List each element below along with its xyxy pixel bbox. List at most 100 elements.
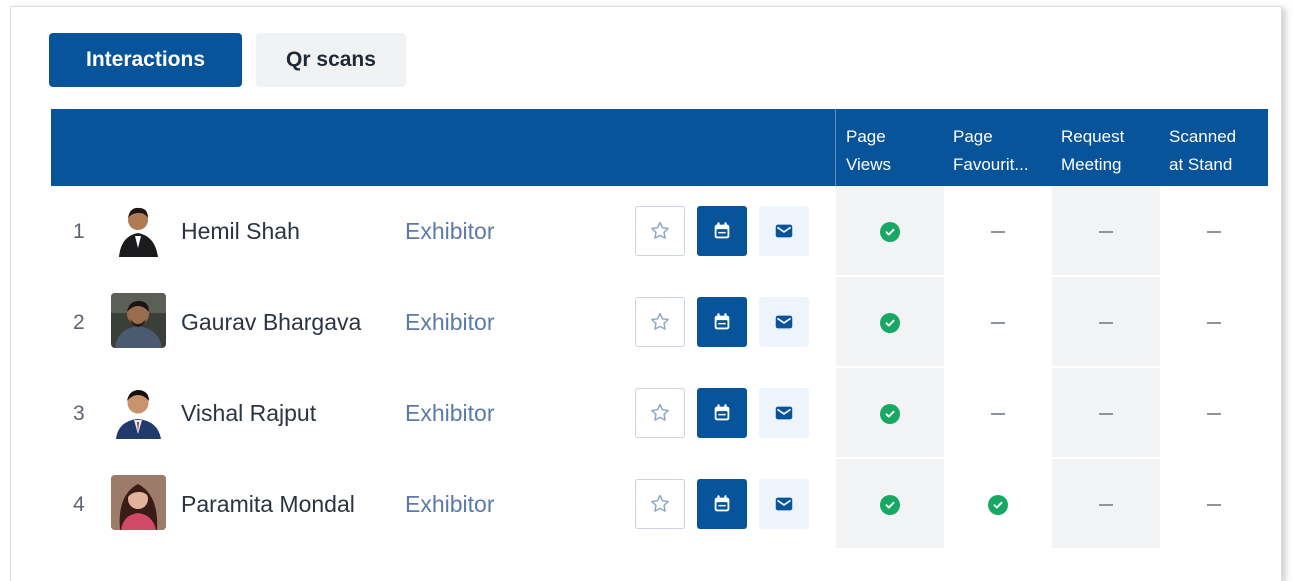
send-message-button[interactable]: [759, 297, 809, 347]
check-circle-icon: [988, 494, 1008, 515]
calendar-icon: [714, 404, 730, 421]
row-index: 3: [73, 401, 85, 425]
star-icon: [651, 403, 669, 421]
calendar-icon: [714, 222, 730, 239]
header-divider: [835, 109, 836, 186]
favourite-button[interactable]: [635, 388, 685, 438]
dash-icon: [1099, 321, 1113, 324]
check-circle-icon: [880, 312, 900, 333]
avatar-image: [111, 293, 166, 348]
person-name[interactable]: Gaurav Bhargava: [181, 277, 361, 368]
tab-bar: Interactions Qr scans: [49, 33, 406, 87]
avatar[interactable]: [111, 202, 166, 257]
mail-icon: [775, 224, 793, 238]
check-circle-icon: [880, 403, 900, 424]
dash-icon: [1207, 230, 1221, 233]
check-circle-icon: [880, 221, 900, 242]
star-icon: [651, 312, 669, 330]
schedule-meeting-button[interactable]: [697, 479, 747, 529]
column-header-line: Page: [953, 127, 993, 146]
person-name[interactable]: Paramita Mondal: [181, 459, 355, 550]
favourite-button[interactable]: [635, 297, 685, 347]
metric-scanned-at-stand: [1160, 459, 1268, 550]
dash-icon: [991, 230, 1005, 233]
person-name[interactable]: Vishal Rajput: [181, 368, 316, 459]
tab-interactions[interactable]: Interactions: [49, 33, 242, 87]
metric-scanned-at-stand: [1160, 277, 1268, 368]
interactions-card: Interactions Qr scans Page Views Page Fa…: [10, 6, 1282, 581]
calendar-icon: [714, 313, 730, 330]
column-header-line: Meeting: [1061, 155, 1122, 174]
table-row: 1 Hemil Shah Exhibitor: [51, 186, 1268, 277]
schedule-meeting-button[interactable]: [697, 297, 747, 347]
row-index: 1: [73, 219, 85, 243]
dash-icon: [1207, 412, 1221, 415]
column-header-page-views[interactable]: Page Views: [846, 123, 946, 179]
metric-request-meeting: [1052, 277, 1160, 368]
metric-page-favourites: [944, 186, 1052, 277]
metric-scanned-at-stand: [1160, 368, 1268, 459]
favourite-button[interactable]: [635, 206, 685, 256]
metric-scanned-at-stand: [1160, 186, 1268, 277]
column-header-line: at Stand: [1169, 155, 1233, 174]
person-role: Exhibitor: [405, 400, 495, 426]
column-header-line: Views: [846, 155, 892, 174]
avatar[interactable]: [111, 384, 166, 439]
column-header-request-meeting[interactable]: Request Meeting: [1061, 123, 1161, 179]
metric-page-views: [836, 277, 944, 368]
metric-page-views: [836, 368, 944, 459]
avatar[interactable]: [111, 293, 166, 348]
calendar-icon: [714, 495, 730, 512]
mail-icon: [775, 315, 793, 329]
column-header-line: Favourit...: [953, 155, 1029, 174]
person-name[interactable]: Hemil Shah: [181, 186, 300, 277]
dash-icon: [1099, 412, 1113, 415]
metric-request-meeting: [1052, 368, 1160, 459]
metric-page-favourites: [944, 277, 1052, 368]
column-header-line: Scanned: [1169, 127, 1237, 146]
column-header-line: Page: [846, 127, 886, 146]
column-header-scanned-at-stand[interactable]: Scanned at Stand: [1169, 123, 1267, 179]
metric-page-favourites: [944, 459, 1052, 550]
schedule-meeting-button[interactable]: [697, 388, 747, 438]
star-icon: [651, 494, 669, 512]
table-header: Page Views Page Favourit... Request Meet…: [51, 109, 1268, 186]
send-message-button[interactable]: [759, 479, 809, 529]
schedule-meeting-button[interactable]: [697, 206, 747, 256]
favourite-button[interactable]: [635, 479, 685, 529]
table-row: 4 Paramita Mondal Exhibitor: [51, 459, 1268, 550]
avatar-image: [111, 202, 166, 257]
row-index: 4: [73, 492, 85, 516]
metric-request-meeting: [1052, 186, 1160, 277]
dash-icon: [1099, 230, 1113, 233]
dash-icon: [991, 412, 1005, 415]
metric-page-views: [836, 459, 944, 550]
star-icon: [651, 221, 669, 239]
table-body: 1 Hemil Shah Exhibitor 2 Gaurav Bhargava…: [51, 186, 1268, 550]
avatar-image: [111, 475, 166, 530]
metric-page-favourites: [944, 368, 1052, 459]
dash-icon: [1099, 503, 1113, 506]
avatar[interactable]: [111, 475, 166, 530]
row-divider: [835, 548, 1268, 550]
tab-qr-scans[interactable]: Qr scans: [256, 33, 406, 87]
mail-icon: [775, 497, 793, 511]
dash-icon: [1207, 503, 1221, 506]
dash-icon: [991, 321, 1005, 324]
column-header-line: Request: [1061, 127, 1125, 146]
table-row: 2 Gaurav Bhargava Exhibitor: [51, 277, 1268, 368]
table-row: 3 Vishal Rajput Exhibitor: [51, 368, 1268, 459]
person-role: Exhibitor: [405, 218, 495, 244]
send-message-button[interactable]: [759, 206, 809, 256]
check-circle-icon: [880, 494, 900, 515]
person-role: Exhibitor: [405, 491, 495, 517]
row-index: 2: [73, 310, 85, 334]
avatar-image: [111, 384, 166, 439]
send-message-button[interactable]: [759, 388, 809, 438]
interactions-table: Page Views Page Favourit... Request Meet…: [51, 109, 1268, 550]
person-role: Exhibitor: [405, 309, 495, 335]
column-header-page-favourites[interactable]: Page Favourit...: [953, 123, 1049, 179]
dash-icon: [1207, 321, 1221, 324]
metric-page-views: [836, 186, 944, 277]
mail-icon: [775, 406, 793, 420]
